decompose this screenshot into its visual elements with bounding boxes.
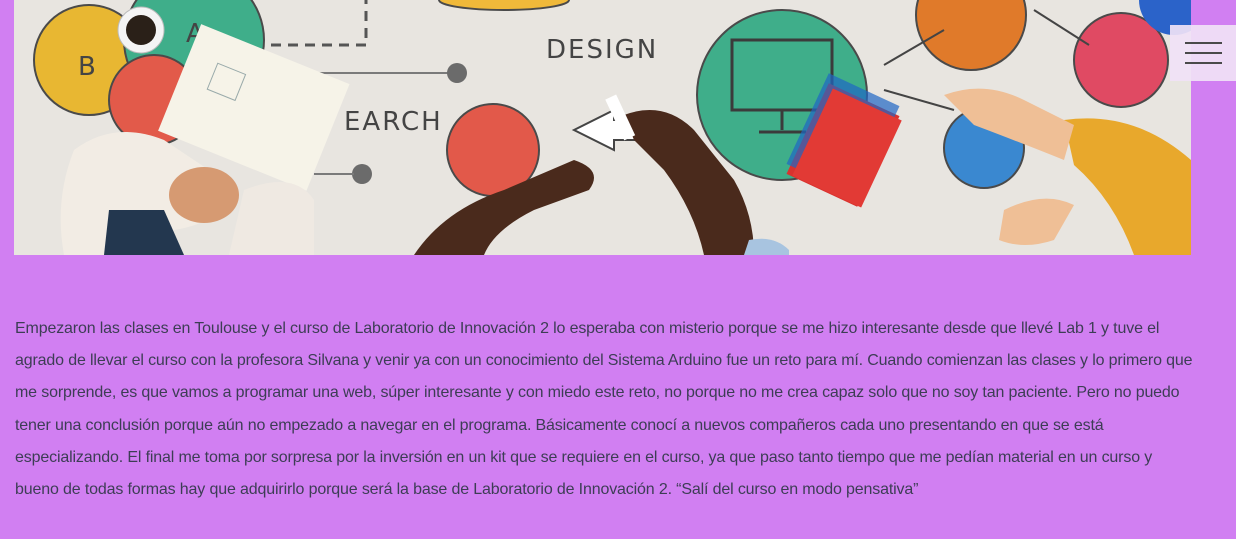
menu-button[interactable] [1170,25,1236,81]
research-word: EARCH [344,107,443,137]
hero-image: DESIGN EARCH B A [14,0,1191,255]
brainstorm-illustration: DESIGN EARCH B A [14,0,1191,255]
article-paragraph: Empezaron las clases en Toulouse y el cu… [15,320,1193,499]
design-word: DESIGN [546,35,658,65]
letter-b: B [78,52,96,82]
